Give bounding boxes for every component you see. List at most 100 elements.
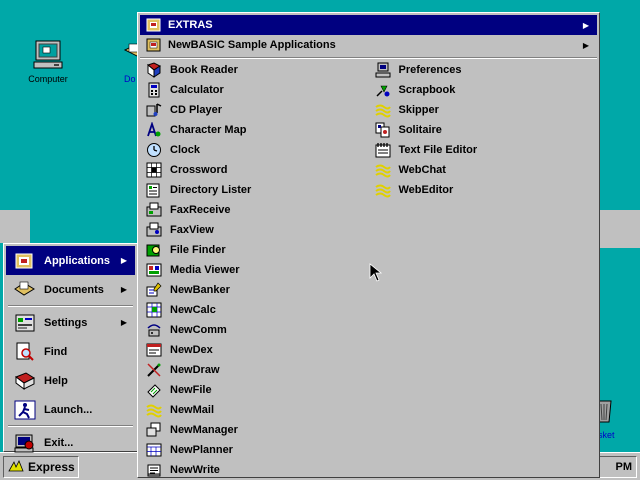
app-file-finder[interactable]: File Finder: [140, 240, 369, 260]
newbanker-icon: [146, 282, 162, 298]
menu-item-exit[interactable]: Exit...: [6, 428, 135, 457]
desktop-window-edge-right: [600, 210, 640, 248]
menu-item-launch[interactable]: Launch...: [6, 395, 135, 424]
documents-icon: [14, 280, 36, 300]
submenu-folder-extras[interactable]: EXTRAS ▶: [140, 15, 597, 35]
menu-item-applications[interactable]: Applications ▶: [6, 246, 135, 275]
app-label: NewFile: [170, 384, 212, 396]
clock-text: PM: [615, 461, 633, 473]
app-text-file-editor[interactable]: Text File Editor: [369, 140, 598, 160]
directory-lister-icon: [146, 182, 162, 198]
submenu-folder-newbasic-samples[interactable]: NewBASIC Sample Applications ▶: [140, 35, 597, 55]
menu-item-find[interactable]: Find: [6, 337, 135, 366]
menu-item-settings[interactable]: Settings ▶: [6, 308, 135, 337]
book-reader-icon: [146, 62, 162, 78]
express-start-button[interactable]: Express: [3, 456, 79, 478]
app-label: CD Player: [170, 104, 222, 116]
app-list-right: Preferences Scrapbook Skipper Solitaire …: [369, 60, 598, 480]
app-faxreceive[interactable]: FaxReceive: [140, 200, 369, 220]
desktop-window-edge-left: [0, 210, 30, 243]
character-map-icon: [146, 122, 162, 138]
app-newfile[interactable]: NewFile: [140, 380, 369, 400]
app-skipper[interactable]: Skipper: [369, 100, 598, 120]
newcalc-icon: [146, 302, 162, 318]
launch-icon: [14, 400, 36, 420]
app-character-map[interactable]: Character Map: [140, 120, 369, 140]
app-label: Solitaire: [398, 124, 442, 136]
app-solitaire[interactable]: Solitaire: [369, 120, 598, 140]
app-label: File Finder: [170, 244, 226, 256]
app-scrapbook[interactable]: Scrapbook: [369, 80, 598, 100]
newdraw-icon: [146, 362, 162, 378]
submenu-arrow-icon: ▶: [120, 318, 127, 327]
app-label: Preferences: [398, 64, 462, 76]
desktop-icon-label: Do: [124, 74, 136, 84]
app-label: Calculator: [170, 84, 224, 96]
submenu-arrow-icon: ▶: [120, 256, 127, 265]
menu-separator: [8, 425, 133, 427]
app-newdraw[interactable]: NewDraw: [140, 360, 369, 380]
app-label: NewPlanner: [170, 444, 233, 456]
newmanager-icon: [146, 422, 162, 438]
desktop-icon-computer[interactable]: Computer: [13, 40, 83, 84]
app-newcalc[interactable]: NewCalc: [140, 300, 369, 320]
app-label: Media Viewer: [170, 264, 240, 276]
media-viewer-icon: [146, 262, 162, 278]
app-newplanner[interactable]: NewPlanner: [140, 440, 369, 460]
app-crossword[interactable]: Crossword: [140, 160, 369, 180]
newcomm-icon: [146, 322, 162, 338]
app-newmail[interactable]: NewMail: [140, 400, 369, 420]
app-calculator[interactable]: Calculator: [140, 80, 369, 100]
app-newwrite[interactable]: NewWrite: [140, 460, 369, 480]
app-newdex[interactable]: NewDex: [140, 340, 369, 360]
newfile-icon: [146, 382, 162, 398]
app-label: NewWrite: [170, 464, 220, 476]
solitaire-icon: [375, 122, 391, 138]
app-list-left: Book Reader Calculator CD Player Charact…: [140, 60, 369, 480]
exit-icon: [14, 433, 36, 453]
settings-icon: [14, 313, 36, 333]
file-finder-icon: [146, 242, 162, 258]
calculator-icon: [146, 82, 162, 98]
submenu-arrow-icon: ▶: [120, 285, 127, 294]
app-book-reader[interactable]: Book Reader: [140, 60, 369, 80]
app-media-viewer[interactable]: Media Viewer: [140, 260, 369, 280]
fax-view-icon: [146, 222, 162, 238]
menu-separator: [8, 305, 133, 307]
newmail-icon: [146, 402, 162, 418]
submenu-separator: [140, 57, 597, 59]
menu-item-label: Launch...: [44, 403, 93, 416]
app-newcomm[interactable]: NewComm: [140, 320, 369, 340]
webchat-icon: [374, 162, 391, 178]
app-label: WebEditor: [398, 184, 454, 196]
app-clock[interactable]: Clock: [140, 140, 369, 160]
app-webchat[interactable]: WebChat: [369, 160, 598, 180]
crossword-icon: [146, 162, 162, 178]
submenu-arrow-icon: ▶: [582, 20, 589, 30]
app-label: Directory Lister: [170, 184, 252, 196]
desktop-icon-label: Computer: [28, 74, 68, 84]
app-newbanker[interactable]: NewBanker: [140, 280, 369, 300]
app-label: NewBanker: [170, 284, 230, 296]
menu-item-label: Applications: [44, 254, 111, 267]
text-file-editor-icon: [375, 142, 391, 158]
app-label: Scrapbook: [398, 84, 456, 96]
app-label: NewDex: [170, 344, 213, 356]
documents-icon: [123, 40, 137, 70]
desktop-icon-documents[interactable]: Do: [103, 40, 137, 84]
start-button-label: Express: [28, 460, 75, 474]
app-directory-lister[interactable]: Directory Lister: [140, 180, 369, 200]
app-label: NewCalc: [170, 304, 216, 316]
app-label: NewManager: [170, 424, 238, 436]
app-cd-player[interactable]: CD Player: [140, 100, 369, 120]
app-webeditor[interactable]: WebEditor: [369, 180, 598, 200]
applications-submenu: EXTRAS ▶ NewBASIC Sample Applications ▶ …: [137, 12, 600, 478]
app-faxview[interactable]: FaxView: [140, 220, 369, 240]
app-preferences[interactable]: Preferences: [369, 60, 598, 80]
mouse-pointer-icon: [369, 263, 385, 283]
app-newmanager[interactable]: NewManager: [140, 420, 369, 440]
menu-item-documents[interactable]: Documents ▶: [6, 275, 135, 304]
webeditor-icon: [374, 182, 391, 198]
app-label: Book Reader: [170, 64, 238, 76]
menu-item-help[interactable]: Help: [6, 366, 135, 395]
